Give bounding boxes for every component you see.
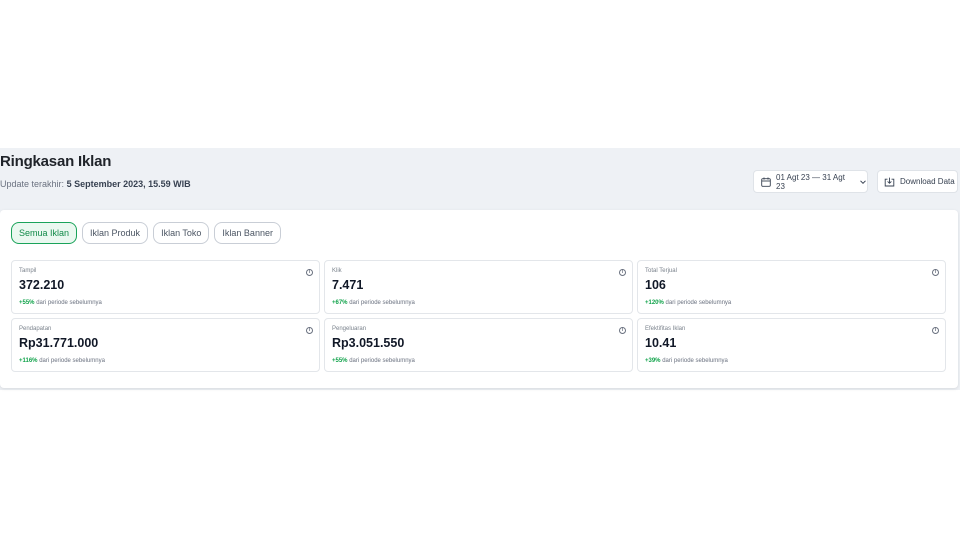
metric-label: Pendapatan [19, 326, 52, 332]
metric-card-pengeluaran: Pengeluaran i Rp3.051.550 +55% dari peri… [324, 318, 633, 372]
metric-change-percent: +55% [332, 358, 348, 364]
metric-change-text: dari periode sebelumnya [662, 358, 728, 364]
metric-card-klik: Klik i 7.471 +67% dari periode sebelumny… [324, 260, 633, 314]
info-icon[interactable]: i [306, 269, 313, 276]
info-icon[interactable]: i [619, 327, 626, 334]
page-title: Ringkasan Iklan [0, 153, 112, 170]
metric-change-percent: +116% [19, 358, 38, 364]
last-update: Update terakhir: 5 September 2023, 15.59… [0, 179, 191, 189]
metric-label: Pengeluaran [332, 326, 367, 332]
tab-semua-iklan[interactable]: Semua Iklan [11, 222, 78, 244]
metric-value: 7.471 [332, 278, 364, 292]
metric-change-text: dari periode sebelumnya [665, 300, 732, 306]
tab-iklan-banner[interactable]: Iklan Banner [214, 222, 281, 244]
metric-change: +67% dari periode sebelumnya [332, 300, 415, 306]
info-icon[interactable]: i [932, 327, 939, 334]
download-data-button[interactable]: Download Data [877, 170, 958, 193]
metric-change: +55% dari periode sebelumnya [19, 300, 102, 306]
last-update-label: Update terakhir: [0, 179, 65, 189]
calendar-icon [761, 177, 771, 187]
metric-change-text: dari periode sebelumnya [36, 300, 102, 306]
date-range-label: 01 Agt 23 — 31 Agt 23 [776, 172, 845, 191]
metric-label: Klik [332, 268, 342, 274]
metric-card-pendapatan: Pendapatan i Rp31.771.000 +116% dari per… [11, 318, 320, 372]
metric-label: Efektifitas Iklan [645, 326, 686, 332]
tab-iklan-toko[interactable]: Iklan Toko [153, 222, 210, 244]
info-icon[interactable]: i [932, 269, 939, 276]
metric-value: 372.210 [19, 278, 65, 292]
metric-value: 10.41 [645, 336, 677, 350]
metric-card-tampil: Tampil i 372.210 +55% dari periode sebel… [11, 260, 320, 314]
summary-panel: Semua Iklan Iklan Produk Iklan Toko Ikla… [0, 210, 958, 388]
metric-change-percent: +67% [332, 300, 348, 306]
download-data-label: Download Data [900, 177, 955, 186]
tab-iklan-produk[interactable]: Iklan Produk [82, 222, 149, 244]
metric-change-text: dari periode sebelumnya [349, 300, 415, 306]
metric-label: Tampil [19, 268, 37, 274]
metric-change-text: dari periode sebelumnya [349, 358, 415, 364]
metric-card-total-terjual: Total Terjual i 106 +120% dari periode s… [637, 260, 946, 314]
metric-change: +55% dari periode sebelumnya [332, 358, 415, 364]
metric-change: +116% dari periode sebelumnya [19, 358, 105, 364]
last-update-value: 5 September 2023, 15.59 WIB [66, 179, 191, 189]
metric-change-text: dari periode sebelumnya [39, 358, 105, 364]
metric-value: 106 [645, 278, 666, 292]
ad-type-tabs: Semua Iklan Iklan Produk Iklan Toko Ikla… [11, 222, 281, 244]
metric-change: +120% dari periode sebelumnya [645, 300, 731, 306]
metric-change: +39% dari periode sebelumnya [645, 358, 728, 364]
info-icon[interactable]: i [306, 327, 313, 334]
date-range-picker[interactable]: 01 Agt 23 — 31 Agt 23 [753, 170, 868, 193]
download-icon [884, 177, 895, 186]
metric-card-efektifitas-iklan: Efektifitas Iklan i 10.41 +39% dari peri… [637, 318, 946, 372]
metric-label: Total Terjual [645, 268, 677, 274]
info-icon[interactable]: i [619, 269, 626, 276]
metric-value: Rp31.771.000 [19, 336, 99, 350]
metric-change-percent: +55% [19, 300, 35, 306]
metric-change-percent: +120% [645, 300, 664, 306]
chevron-down-icon [860, 179, 866, 184]
metric-change-percent: +39% [645, 358, 661, 364]
metric-value: Rp3.051.550 [332, 336, 405, 350]
